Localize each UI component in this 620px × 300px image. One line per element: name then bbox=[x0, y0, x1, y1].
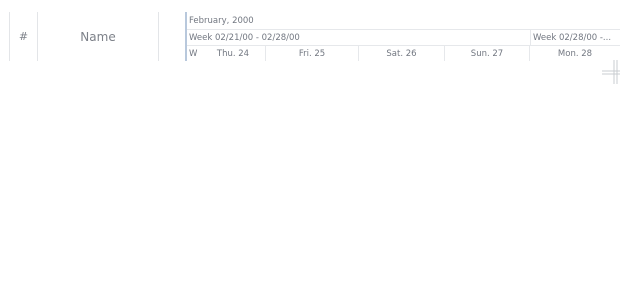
resize-handle-icon[interactable] bbox=[600, 58, 620, 86]
day-label: Mon. 28 bbox=[557, 48, 593, 59]
timeline-month-row: February, 2000 bbox=[187, 12, 620, 30]
column-header-number-label: # bbox=[18, 30, 29, 43]
month-label: February, 2000 bbox=[189, 15, 254, 26]
column-header-name-label: Name bbox=[80, 29, 116, 44]
grid-header: # Name bbox=[9, 12, 159, 61]
day-label: W bbox=[189, 48, 198, 59]
day-cell: Sun. 27 bbox=[445, 46, 530, 61]
day-cell: Fri. 25 bbox=[266, 46, 359, 61]
day-cell: Sat. 26 bbox=[359, 46, 445, 61]
week-cell: Week 02/28/00 -... bbox=[530, 30, 620, 46]
week-cell: Week 02/21/00 - 02/28/00 bbox=[187, 30, 530, 46]
column-header-number[interactable]: # bbox=[10, 12, 38, 61]
day-cell: W bbox=[187, 46, 201, 61]
week-label: Week 02/28/00 -... bbox=[533, 33, 612, 43]
timeline-day-row: W Thu. 24 Fri. 25 Sat. 26 Sun. 27 Mon. 2… bbox=[187, 46, 620, 61]
week-label: Week 02/21/00 - 02/28/00 bbox=[189, 33, 300, 43]
day-label: Fri. 25 bbox=[298, 48, 326, 59]
day-cell: Thu. 24 bbox=[201, 46, 266, 61]
timeline-header: February, 2000 Week 02/21/00 - 02/28/00 … bbox=[187, 12, 620, 61]
day-label: Sat. 26 bbox=[386, 48, 417, 59]
day-label: Sun. 27 bbox=[470, 48, 504, 59]
column-header-name[interactable]: Name bbox=[38, 12, 158, 61]
day-label: Thu. 24 bbox=[216, 48, 250, 59]
timeline-week-row: Week 02/21/00 - 02/28/00 Week 02/28/00 -… bbox=[187, 30, 620, 46]
